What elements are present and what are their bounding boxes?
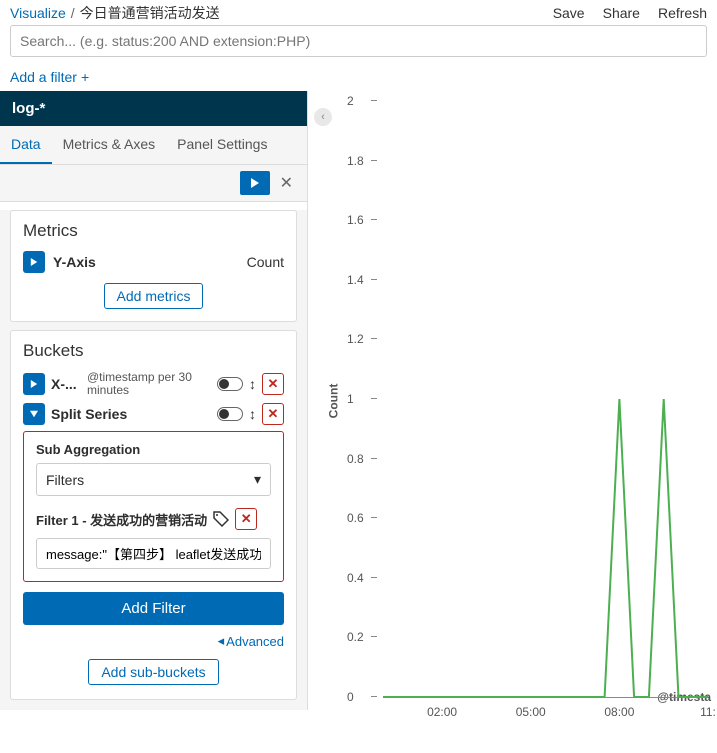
search-input[interactable] — [10, 25, 707, 57]
expand-yaxis-button[interactable] — [23, 251, 45, 273]
breadcrumb-root[interactable]: Visualize — [10, 5, 66, 21]
sub-aggregation-panel: Sub Aggregation Filters ▾ Filter 1 - 发送成… — [23, 431, 284, 582]
yaxis-value: Count — [247, 254, 284, 270]
subagg-select[interactable]: Filters ▾ — [36, 463, 271, 496]
add-sub-buckets-button[interactable]: Add sub-buckets — [88, 659, 218, 685]
breadcrumb: Visualize / 今日普通营销活动发送 — [10, 3, 220, 23]
close-icon: ✕ — [241, 511, 252, 527]
caret-left-icon: ◂ — [218, 633, 225, 649]
split-series-label: Split Series — [51, 406, 211, 422]
share-button[interactable]: Share — [603, 5, 640, 21]
delete-split-button[interactable]: ✕ — [262, 403, 284, 425]
collapse-sidebar-button[interactable]: ‹ — [314, 108, 332, 126]
close-icon: ✕ — [268, 406, 279, 422]
collapse-split-button[interactable] — [23, 403, 45, 425]
drag-handle-icon[interactable]: ↕ — [249, 376, 256, 392]
refresh-button[interactable]: Refresh — [658, 5, 707, 21]
expand-xaxis-button[interactable] — [23, 373, 45, 395]
breadcrumb-sep: / — [71, 5, 75, 21]
save-button[interactable]: Save — [553, 5, 585, 21]
delete-filter1-button[interactable]: ✕ — [235, 508, 257, 530]
tab-data[interactable]: Data — [0, 126, 52, 164]
chart-plot: 00.20.40.60.811.21.41.61.8202:0005:0008:… — [353, 101, 708, 701]
add-metrics-button[interactable]: Add metrics — [104, 283, 204, 309]
advanced-toggle[interactable]: ◂Advanced — [218, 633, 284, 649]
tag-icon[interactable] — [213, 511, 229, 527]
index-pattern-bar[interactable]: log-* — [0, 91, 307, 126]
tab-panel-settings[interactable]: Panel Settings — [166, 126, 278, 164]
add-filter-button[interactable]: Add Filter — [23, 592, 284, 625]
add-filter-link[interactable]: Add a filter + — [0, 61, 717, 91]
plus-icon: + — [81, 69, 89, 85]
play-icon — [30, 410, 38, 418]
close-icon: ✕ — [268, 376, 279, 392]
filter1-input[interactable] — [36, 538, 271, 569]
breadcrumb-current: 今日普通营销活动发送 — [80, 3, 220, 23]
delete-xaxis-button[interactable]: ✕ — [262, 373, 284, 395]
play-icon — [30, 380, 38, 388]
play-icon — [250, 178, 260, 188]
discard-changes-button[interactable]: ✕ — [276, 173, 297, 193]
tab-metrics-axes[interactable]: Metrics & Axes — [52, 126, 167, 164]
drag-handle-icon[interactable]: ↕ — [249, 406, 256, 422]
y-axis-label: Count — [326, 383, 340, 418]
yaxis-label: Y-Axis — [53, 254, 239, 270]
buckets-title: Buckets — [23, 341, 284, 361]
xaxis-desc: @timestamp per 30 minutes — [87, 371, 211, 397]
filter1-label: Filter 1 - 发送成功的营销活动 — [36, 510, 207, 529]
metrics-title: Metrics — [23, 221, 284, 241]
play-icon — [30, 258, 38, 266]
subagg-label: Sub Aggregation — [36, 442, 271, 457]
buckets-card: Buckets X-... @timestamp per 30 minutes … — [10, 330, 297, 700]
caret-down-icon: ▾ — [254, 471, 261, 488]
apply-changes-button[interactable] — [240, 171, 270, 195]
split-toggle[interactable] — [217, 407, 243, 421]
xaxis-label: X-... — [51, 376, 81, 392]
metrics-card: Metrics Y-Axis Count Add metrics — [10, 210, 297, 322]
xaxis-toggle[interactable] — [217, 377, 243, 391]
chevron-left-icon: ‹ — [321, 111, 325, 123]
